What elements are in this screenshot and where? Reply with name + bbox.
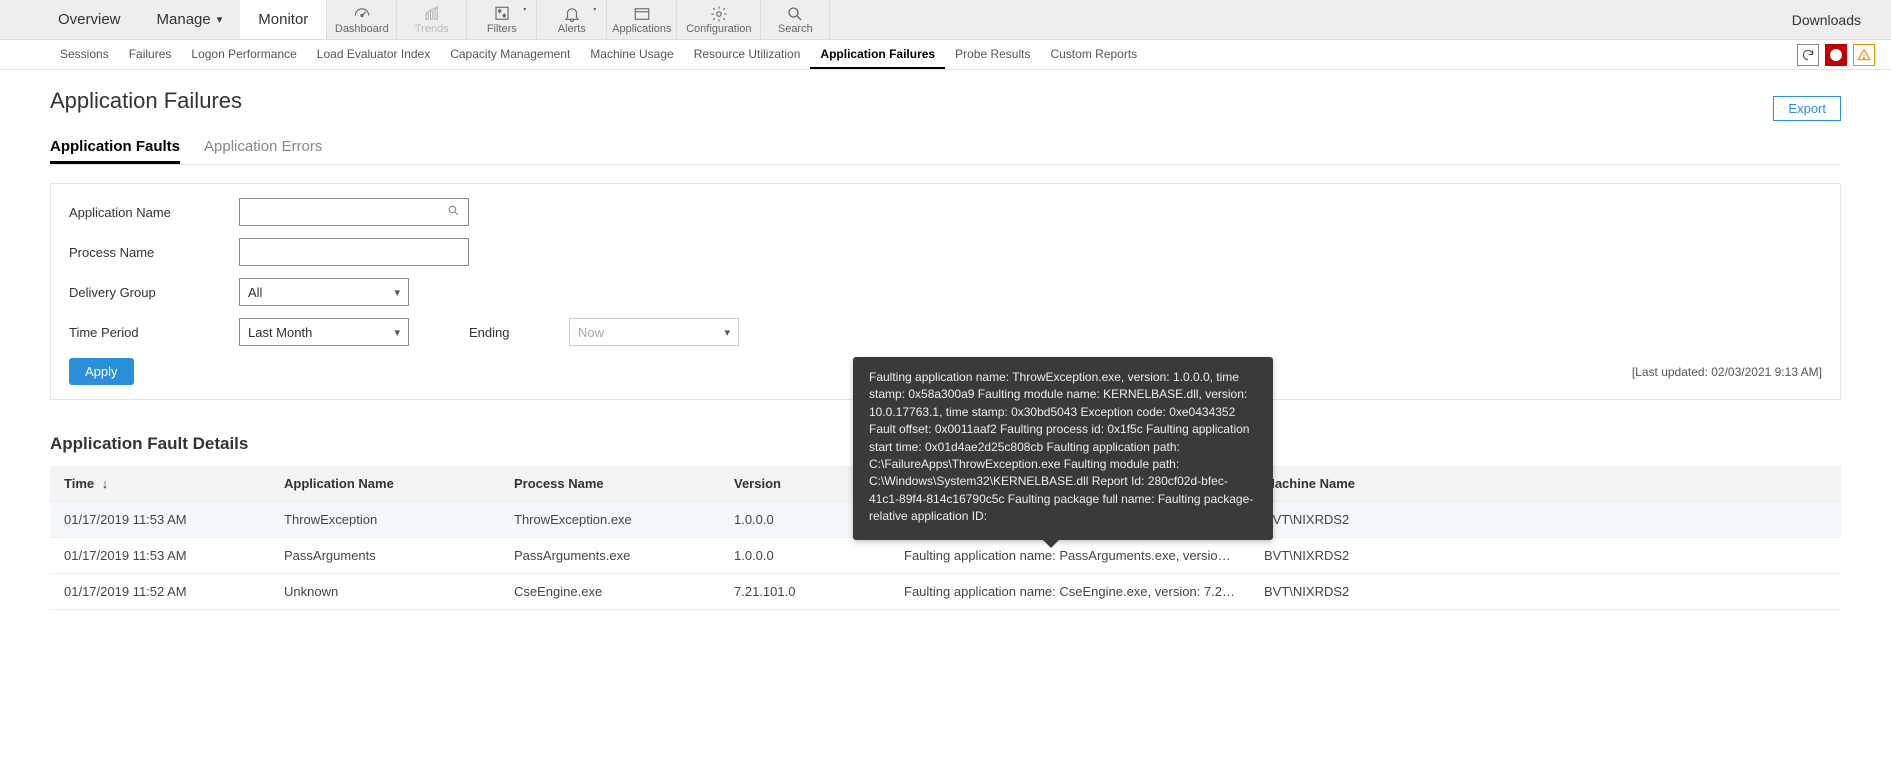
export-button[interactable]: Export <box>1773 96 1841 121</box>
subtab-app-failures[interactable]: Application Failures <box>810 40 945 69</box>
chevron-down-icon: ▾ <box>217 13 223 26</box>
tab-app-errors[interactable]: Application Errors <box>204 132 322 164</box>
select-ending[interactable]: Now ▾ <box>569 318 739 346</box>
cell-proc: ThrowException.exe <box>500 502 720 538</box>
input-process-name-wrap <box>239 238 469 266</box>
chevron-down-icon: ▾ <box>523 6 526 13</box>
cell-desc: Faulting application name: CseEngine.exe… <box>890 574 1250 610</box>
table-row[interactable]: 01/17/2019 11:53 AM PassArguments PassAr… <box>50 538 1841 574</box>
cell-proc: PassArguments.exe <box>500 538 720 574</box>
input-app-name[interactable] <box>248 199 447 225</box>
label-app-name: Application Name <box>69 205 239 220</box>
cell-time: 01/17/2019 11:53 AM <box>50 538 270 574</box>
subtab-custom[interactable]: Custom Reports <box>1040 40 1147 69</box>
description-tooltip: Faulting application name: ThrowExceptio… <box>853 357 1273 540</box>
trends-icon <box>422 5 442 23</box>
subtab-machine[interactable]: Machine Usage <box>580 40 683 69</box>
cell-proc: CseEngine.exe <box>500 574 720 610</box>
nav-trends[interactable]: Trends <box>396 0 466 39</box>
sub-nav: Sessions Failures Logon Performance Load… <box>0 40 1891 70</box>
label-time-period: Time Period <box>69 325 239 340</box>
cell-time: 01/17/2019 11:53 AM <box>50 502 270 538</box>
page-title: Application Failures <box>50 88 242 114</box>
cell-ver: 7.21.101.0 <box>720 574 890 610</box>
warning-alert-icon[interactable] <box>1853 44 1875 66</box>
label-delivery-group: Delivery Group <box>69 285 239 300</box>
subtab-load[interactable]: Load Evaluator Index <box>307 40 440 69</box>
cell-mach: BVT\NIXRDS2 <box>1250 502 1841 538</box>
search-icon <box>447 204 460 220</box>
input-app-name-wrap <box>239 198 469 226</box>
nav-search[interactable]: Search <box>760 0 830 39</box>
subtab-resource[interactable]: Resource Utilization <box>684 40 811 69</box>
critical-alert-icon[interactable] <box>1825 44 1847 66</box>
tab-overview[interactable]: Overview <box>40 0 139 39</box>
input-process-name[interactable] <box>248 239 460 265</box>
subtab-sessions[interactable]: Sessions <box>50 40 119 69</box>
cell-app: Unknown <box>270 574 500 610</box>
top-bar: Overview Manage ▾ Monitor Dashboard Tren… <box>0 0 1891 40</box>
cell-ver: 1.0.0.0 <box>720 538 890 574</box>
select-time-period[interactable]: Last Month ▾ <box>239 318 409 346</box>
cell-mach: BVT\NIXRDS2 <box>1250 574 1841 610</box>
col-app-name[interactable]: Application Name <box>270 466 500 502</box>
subtab-capacity[interactable]: Capacity Management <box>440 40 580 69</box>
cell-time: 01/17/2019 11:52 AM <box>50 574 270 610</box>
tab-app-faults[interactable]: Application Faults <box>50 132 180 164</box>
tab-monitor[interactable]: Monitor <box>240 0 326 39</box>
chevron-down-icon: ▾ <box>724 326 730 339</box>
gear-icon <box>709 5 729 23</box>
nav-applications[interactable]: Applications <box>606 0 676 39</box>
sort-desc-icon: ↓ <box>102 476 109 491</box>
subtab-failures[interactable]: Failures <box>119 40 182 69</box>
cell-app: ThrowException <box>270 502 500 538</box>
nav-filters[interactable]: Filters ▾ <box>466 0 536 39</box>
chevron-down-icon: ▾ <box>593 6 596 13</box>
subtab-logon[interactable]: Logon Performance <box>181 40 306 69</box>
label-process-name: Process Name <box>69 245 239 260</box>
chevron-down-icon: ▾ <box>394 326 400 339</box>
chevron-down-icon: ▾ <box>394 286 400 299</box>
last-updated: [Last updated: 02/03/2021 9:13 AM] <box>1632 365 1822 379</box>
select-delivery-group[interactable]: All ▾ <box>239 278 409 306</box>
col-process-name[interactable]: Process Name <box>500 466 720 502</box>
bell-icon <box>562 5 582 23</box>
subtab-probe[interactable]: Probe Results <box>945 40 1040 69</box>
nav-dashboard[interactable]: Dashboard <box>326 0 396 39</box>
table-row[interactable]: 01/17/2019 11:52 AM Unknown CseEngine.ex… <box>50 574 1841 610</box>
apply-button[interactable]: Apply <box>69 358 134 385</box>
label-ending: Ending <box>469 325 569 340</box>
cell-mach: BVT\NIXRDS2 <box>1250 538 1841 574</box>
window-icon <box>632 5 652 23</box>
tab-manage[interactable]: Manage ▾ <box>139 0 241 39</box>
nav-alerts[interactable]: Alerts ▾ <box>536 0 606 39</box>
search-icon <box>785 5 805 23</box>
cell-desc: Faulting application name: PassArguments… <box>890 538 1250 574</box>
nav-configuration[interactable]: Configuration <box>676 0 760 39</box>
downloads-link[interactable]: Downloads <box>1762 0 1891 39</box>
filters-icon <box>492 5 512 23</box>
col-machine-name[interactable]: Machine Name <box>1250 466 1841 502</box>
col-time[interactable]: Time ↓ <box>50 466 270 502</box>
cell-app: PassArguments <box>270 538 500 574</box>
gauge-icon <box>352 5 372 23</box>
refresh-button[interactable] <box>1797 44 1819 66</box>
